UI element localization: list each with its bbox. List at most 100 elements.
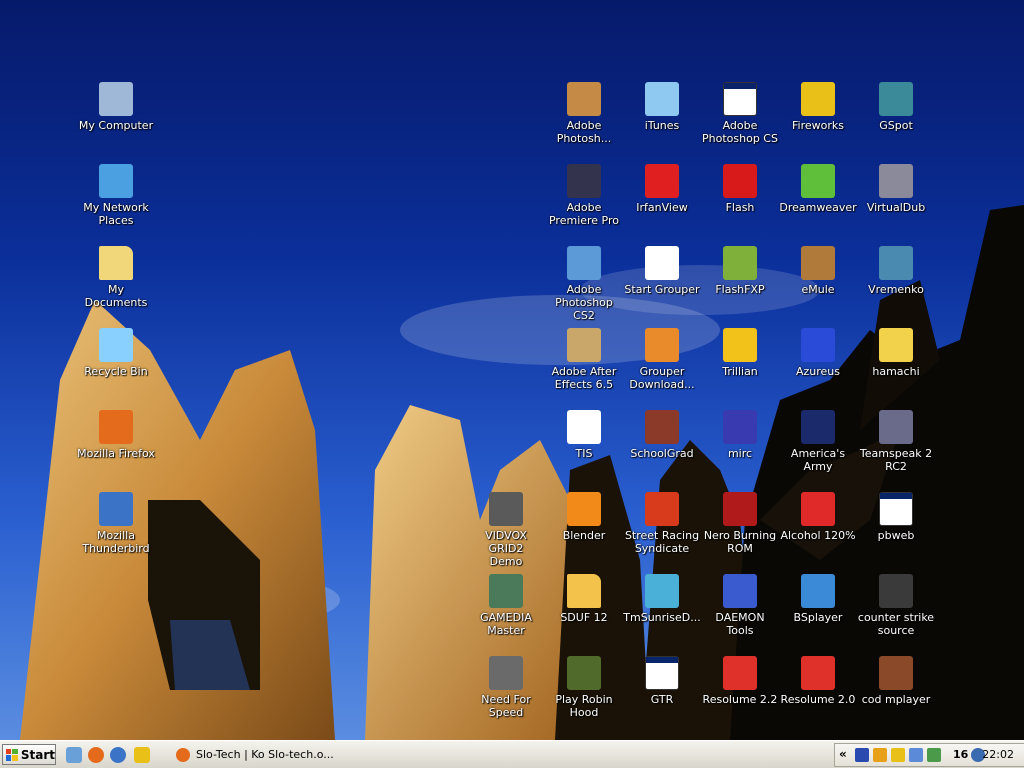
alcohol-icon [801, 492, 835, 526]
desktop-shortcut[interactable]: GAMEDIA Master [467, 574, 545, 650]
desktop-shortcut[interactable]: Fireworks [779, 82, 857, 158]
desktop-shortcut[interactable]: Resolume 2.2 [701, 656, 779, 732]
desktop-shortcut[interactable]: TIS [545, 410, 623, 486]
desktop-shortcut[interactable]: BSplayer [779, 574, 857, 650]
desktop-shortcut[interactable]: Flash [701, 164, 779, 240]
resolume-icon [801, 656, 835, 690]
show-desktop-icon[interactable] [66, 747, 82, 763]
desktop-shortcut-label: VIDVOX GRID2 Demo [485, 529, 527, 568]
computer-icon [99, 82, 133, 116]
cod-star-icon [879, 656, 913, 690]
desktop-shortcut[interactable]: VIDVOX GRID2 Demo [467, 492, 545, 568]
desktop-shortcut[interactable]: Start Grouper [623, 246, 701, 322]
desktop-shortcut-label: Adobe Photosh... [556, 119, 612, 145]
desktop-shortcut[interactable]: Teamspeak 2 RC2 [857, 410, 935, 486]
desktop-shortcut[interactable]: My Network Places [77, 164, 155, 240]
desktop-shortcut-label: Mozilla Thunderbird [82, 529, 150, 555]
desktop: My Computer My Network Places My Documents… [0, 0, 1024, 740]
desktop-shortcut-label: Adobe After Effects 6.5 [551, 365, 617, 391]
desktop-shortcut[interactable]: Azureus [779, 328, 857, 404]
desktop-shortcut[interactable]: Resolume 2.0 [779, 656, 857, 732]
desktop-shortcut[interactable]: Mozilla Thunderbird [77, 492, 155, 568]
window-icon [723, 82, 757, 116]
desktop-shortcut[interactable]: DAEMON Tools [701, 574, 779, 650]
tray-app-icon[interactable] [891, 748, 905, 762]
desktop-shortcut[interactable]: SDUF 12 [545, 574, 623, 650]
desktop-shortcut[interactable]: VirtualDub [857, 164, 935, 240]
desktop-shortcut[interactable]: Street Racing Syndicate [623, 492, 701, 568]
desktop-shortcut-label: counter strike source [857, 611, 935, 637]
desktop-shortcut[interactable]: Adobe Photoshop CS [701, 82, 779, 158]
desktop-shortcut[interactable]: Dreamweaver [779, 164, 857, 240]
tray-network-icon[interactable] [909, 748, 923, 762]
tray-expand-button[interactable]: « [839, 747, 847, 761]
desktop-shortcut[interactable]: Adobe Premiere Pro [545, 164, 623, 240]
itunes-icon [645, 82, 679, 116]
firefox-quicklaunch-icon[interactable] [88, 747, 104, 763]
irfanview-icon [645, 164, 679, 198]
nfs-icon [489, 656, 523, 690]
desktop-shortcut-label: GTR [650, 693, 674, 706]
desktop-shortcut[interactable]: Trillian [701, 328, 779, 404]
desktop-shortcut-label: iTunes [644, 119, 680, 132]
desktop-shortcut[interactable]: GTR [623, 656, 701, 732]
desktop-shortcut[interactable]: SchoolGrad [623, 410, 701, 486]
desktop-shortcut[interactable]: Alcohol 120% [779, 492, 857, 568]
desktop-shortcut[interactable]: Mozilla Firefox [77, 410, 155, 486]
desktop-shortcut-label: Need For Speed [481, 693, 531, 719]
desktop-shortcut[interactable]: FlashFXP [701, 246, 779, 322]
start-button[interactable]: Start [2, 744, 56, 765]
taskbar-window-title: Slo-Tech | Ko Slo-tech.o... [196, 748, 334, 761]
desktop-shortcut[interactable]: Adobe Photoshop CS2 [545, 246, 623, 322]
vidvox-grid-icon [489, 492, 523, 526]
desktop-shortcut[interactable]: Nero Burning ROM [701, 492, 779, 568]
desktop-shortcut[interactable]: eMule [779, 246, 857, 322]
tray-app-icon[interactable] [927, 748, 941, 762]
desktop-shortcut-label: GAMEDIA Master [480, 611, 532, 637]
desktop-shortcut[interactable]: Grouper Download... [623, 328, 701, 404]
thunderbird-quicklaunch-icon[interactable] [110, 747, 126, 763]
desktop-shortcut-label: Teamspeak 2 RC2 [859, 447, 933, 473]
system-tray: « 16 22:02 [834, 743, 1024, 767]
desktop-shortcut[interactable]: IrfanView [623, 164, 701, 240]
desktop-shortcut[interactable]: Blender [545, 492, 623, 568]
desktop-shortcut[interactable]: iTunes [623, 82, 701, 158]
taskbar-window-button[interactable]: Slo-Tech | Ko Slo-tech.o... [170, 744, 340, 765]
desktop-shortcut-label: GSpot [879, 119, 913, 132]
desktop-shortcut[interactable]: My Computer [77, 82, 155, 158]
fireworks-icon [801, 82, 835, 116]
desktop-shortcut[interactable]: mirc [701, 410, 779, 486]
desktop-shortcut-label: SchoolGrad [630, 447, 694, 460]
desktop-shortcut-label: My Computer [78, 119, 154, 132]
desktop-shortcut[interactable]: TmSunriseD... [623, 574, 701, 650]
desktop-shortcut[interactable]: Adobe After Effects 6.5 [545, 328, 623, 404]
desktop-shortcut-label: My Network Places [83, 201, 149, 227]
nero-icon [723, 492, 757, 526]
desktop-shortcut[interactable]: GSpot [857, 82, 935, 158]
vremenko-icon [879, 246, 913, 280]
desktop-shortcut[interactable]: Need For Speed [467, 656, 545, 732]
desktop-shortcut[interactable]: Play Robin Hood [545, 656, 623, 732]
desktop-shortcut[interactable]: America's Army [779, 410, 857, 486]
desktop-shortcut[interactable]: cod mplayer [857, 656, 935, 732]
desktop-shortcut-label: mirc [727, 447, 753, 460]
start-label: Start [20, 747, 55, 762]
emule-icon [801, 246, 835, 280]
desktop-shortcut[interactable]: Adobe Photosh... [545, 82, 623, 158]
books-icon [645, 410, 679, 444]
clock[interactable]: 22:02 [982, 748, 1014, 761]
desktop-shortcut[interactable]: Recycle Bin [77, 328, 155, 404]
desktop-shortcut-label: Play Robin Hood [555, 693, 613, 719]
desktop-shortcut-label: Grouper Download... [629, 365, 695, 391]
tray-app-icon[interactable] [873, 748, 887, 762]
desktop-shortcut[interactable]: pbweb [857, 492, 935, 568]
desktop-shortcut[interactable]: Vremenko [857, 246, 935, 322]
desktop-shortcut-label: My Documents [84, 283, 148, 309]
desktop-shortcut[interactable]: hamachi [857, 328, 935, 404]
tis-bird-icon [567, 410, 601, 444]
desktop-shortcut-label: SDUF 12 [560, 611, 608, 624]
desktop-shortcut[interactable]: counter strike source [857, 574, 935, 650]
desktop-shortcut[interactable]: My Documents [77, 246, 155, 322]
quicklaunch-app-icon[interactable] [134, 747, 150, 763]
tray-app-icon[interactable] [855, 748, 869, 762]
